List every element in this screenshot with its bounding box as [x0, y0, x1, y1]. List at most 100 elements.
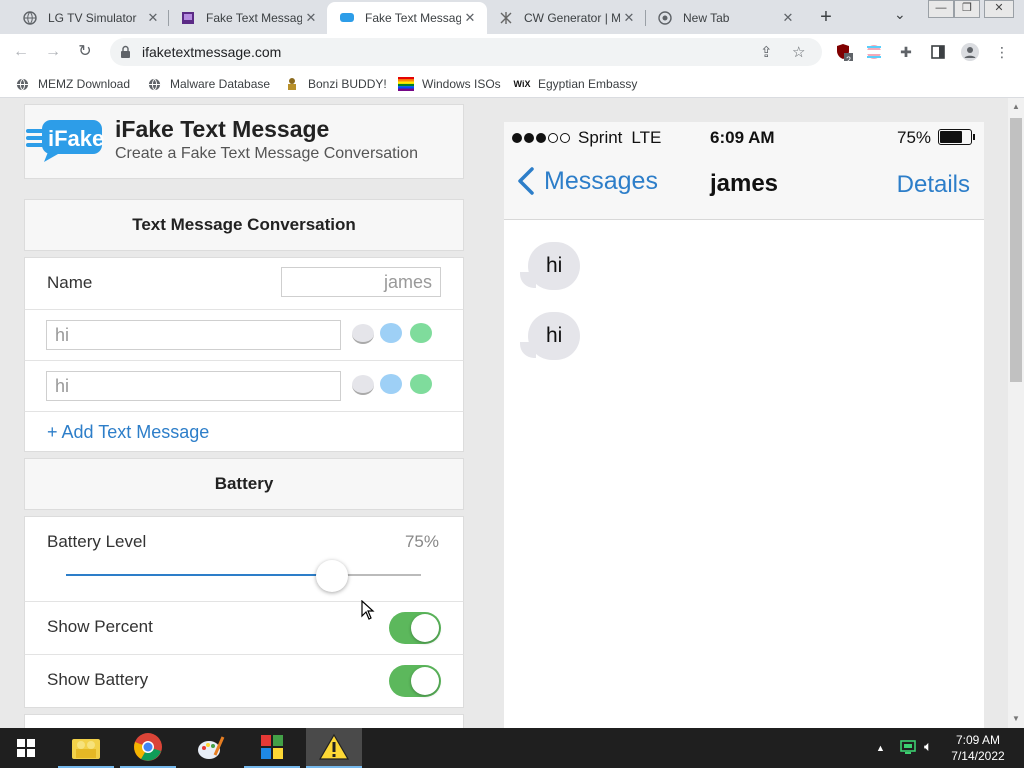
tab-search-chevron-icon[interactable]: ⌄ [894, 6, 906, 23]
puzzle-extensions-icon[interactable]: ✚ [896, 42, 916, 62]
received-message-bubble: hi [528, 242, 581, 290]
battery-heading: Battery [24, 458, 464, 510]
browser-toolbar: ← → ↻ ifaketextmessage.com ⇪ ☆ 2 ✚ ⋮ [0, 34, 1024, 70]
battery-slider-track[interactable] [66, 574, 421, 576]
close-icon[interactable]: ✕ [461, 10, 479, 26]
show-battery-label: Show Battery [47, 670, 149, 689]
phone-nav-bar: Messages james Details [504, 152, 984, 220]
lock-icon [120, 45, 131, 59]
bookmark-malware-database[interactable]: Malware Database [146, 76, 270, 92]
chrome-icon [134, 733, 162, 761]
extension-badge: 2 [846, 55, 852, 65]
bookmark-windows-isos[interactable]: Windows ISOs [398, 76, 501, 92]
green-bubble-option[interactable] [410, 374, 432, 394]
battery-tip [973, 134, 975, 140]
bookmark-star-icon[interactable]: ☆ [792, 43, 805, 61]
phone-preview: Sprint LTE 6:09 AM 75% Messages james De… [504, 122, 984, 728]
show-percent-label: Show Percent [47, 617, 153, 636]
profile-avatar-icon[interactable] [960, 42, 980, 62]
bonzi-icon [284, 76, 300, 92]
reload-icon[interactable]: ↻ [74, 41, 96, 63]
purple-site-icon [180, 10, 196, 26]
battery-slider-fill [66, 574, 333, 576]
bookmark-memz-download[interactable]: MEMZ Download [14, 76, 130, 92]
tab-fake-text-message-2[interactable]: Fake Text Message ✕ [327, 2, 487, 34]
logo-text: iFake [48, 126, 105, 151]
url-text: ifaketextmessage.com [142, 44, 282, 60]
gray-bubble-option[interactable] [352, 375, 374, 395]
signal-dot [560, 133, 570, 143]
paint-palette-icon [198, 736, 225, 759]
page-scrollbar[interactable]: ▲ ▼ [1008, 98, 1024, 728]
share-icon[interactable]: ⇪ [760, 43, 773, 61]
message-input[interactable]: hi [46, 371, 341, 401]
tab-fake-text-message-1[interactable]: Fake Text Message ✕ [168, 2, 328, 34]
close-icon[interactable]: ✕ [620, 10, 638, 26]
folder-people-icon [72, 739, 100, 759]
show-battery-toggle[interactable] [389, 665, 441, 697]
signal-dot [548, 133, 558, 143]
address-bar[interactable]: ifaketextmessage.com ⇪ ☆ [110, 38, 822, 66]
forward-arrow-icon[interactable]: → [42, 41, 64, 63]
tray-app-icon[interactable] [900, 740, 916, 757]
wix-icon: WiX [513, 79, 531, 89]
window-close-icon[interactable]: ✕ [984, 0, 1014, 18]
message-input-value: hi [55, 375, 70, 396]
tab-title: New Tab [683, 11, 730, 25]
message-row: hi [24, 310, 464, 361]
bookmark-bonzi-buddy[interactable]: Bonzi BUDDY! [284, 76, 387, 92]
ifake-logo: iFake [26, 116, 104, 162]
windows-flag-icon [398, 76, 414, 92]
kebab-menu-icon[interactable]: ⋮ [992, 42, 1012, 62]
gray-bubble-option[interactable] [352, 324, 374, 344]
name-input-value: james [383, 271, 432, 292]
back-arrow-icon[interactable]: ← [10, 41, 32, 63]
battery-icon [938, 129, 975, 145]
globe-icon [146, 76, 162, 92]
restore-icon[interactable]: ❐ [954, 0, 980, 18]
network-type: LTE [631, 128, 662, 147]
bookmark-label: MEMZ Download [38, 77, 131, 91]
blue-bubble-option[interactable] [380, 374, 402, 394]
minimize-icon[interactable]: — [928, 0, 954, 18]
scroll-down-icon[interactable]: ▼ [1008, 714, 1024, 723]
add-message-row: + Add Text Message [24, 412, 464, 452]
tab-new-tab[interactable]: New Tab ✕ [645, 2, 805, 34]
close-icon[interactable]: ✕ [302, 10, 320, 26]
tab-lg-tv-simulator[interactable]: LG TV Simulator ✕ [10, 2, 170, 34]
taskbar-clock[interactable]: 7:09 AM 7/14/2022 [944, 732, 1012, 764]
add-text-message-link[interactable]: + Add Text Message [47, 422, 209, 443]
trans-flag-extension-icon[interactable] [864, 42, 884, 62]
tray-overflow-chevron-icon[interactable]: ▲ [876, 743, 885, 753]
message-input[interactable]: hi [46, 320, 341, 350]
tab-title: Fake Text Message [206, 11, 302, 25]
taskbar-chrome[interactable] [120, 728, 176, 768]
close-icon[interactable]: ✕ [779, 10, 797, 26]
taskbar-paint-app[interactable] [182, 728, 238, 768]
bookmark-egyptian-embassy[interactable]: WiX Egyptian Embassy [513, 76, 638, 92]
battery-slider-handle[interactable] [316, 560, 349, 592]
volume-icon[interactable]: 🔈︎ [924, 738, 932, 755]
taskbar-file-explorer[interactable] [58, 728, 114, 768]
start-button[interactable] [0, 728, 52, 768]
carrier-name: Sprint [578, 128, 623, 147]
scroll-up-icon[interactable]: ▲ [1008, 102, 1024, 111]
details-button[interactable]: Details [897, 171, 970, 199]
show-percent-toggle[interactable] [389, 612, 441, 644]
new-tab-button[interactable]: + [814, 6, 838, 28]
carrier-info: Sprint LTE [512, 128, 661, 148]
clock-time: 7:09 AM [955, 733, 1001, 747]
cw-icon [498, 10, 514, 26]
green-bubble-option[interactable] [410, 323, 432, 343]
taskbar-warning-app[interactable] [306, 728, 362, 768]
ifake-icon [339, 10, 355, 26]
scrollbar-thumb[interactable] [1010, 118, 1022, 382]
name-input[interactable]: james [281, 267, 441, 297]
close-icon[interactable]: ✕ [144, 10, 162, 26]
taskbar-windows-xp-app[interactable] [244, 728, 300, 768]
blue-bubble-option[interactable] [380, 323, 402, 343]
chrome-icon [657, 10, 673, 26]
tab-cw-generator[interactable]: CW Generator | M ✕ [486, 2, 646, 34]
side-panel-icon[interactable] [928, 42, 948, 62]
signal-dot [512, 133, 522, 143]
